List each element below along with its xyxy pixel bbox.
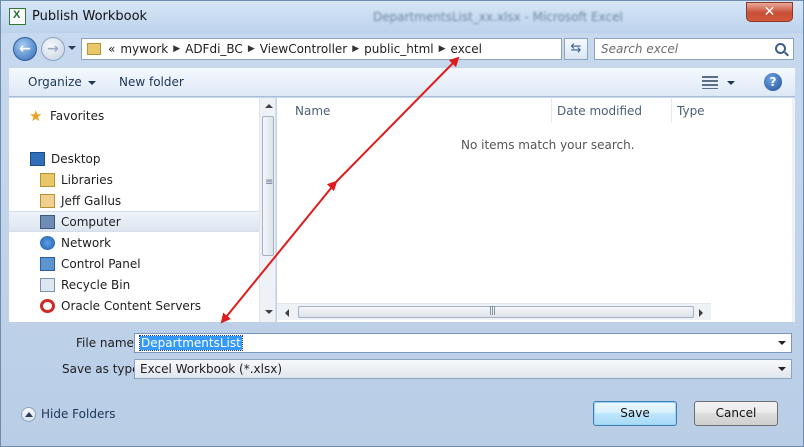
- nav-item-control-panel[interactable]: Control Panel: [9, 254, 259, 275]
- nav-item-libraries[interactable]: Libraries: [9, 170, 259, 191]
- search-input[interactable]: [601, 42, 771, 56]
- breadcrumb-adfdi-bc[interactable]: ADFdi_BC: [185, 42, 243, 56]
- file-name-label: File name:: [76, 336, 138, 350]
- file-name-value: DepartmentsList: [139, 335, 243, 351]
- chevron-right-icon[interactable]: ▶: [439, 44, 446, 54]
- help-icon[interactable]: ?: [764, 73, 782, 91]
- breadcrumb-public-html[interactable]: public_html: [364, 42, 433, 56]
- chevron-up-icon: [21, 407, 36, 422]
- nav-item-label: Desktop: [51, 152, 101, 166]
- nav-item-recycle-bin[interactable]: Recycle Bin: [9, 275, 259, 296]
- scroll-up-icon[interactable]: [265, 104, 273, 108]
- refresh-icon: ⇆: [570, 41, 582, 56]
- navigation-scrollbar[interactable]: [259, 98, 275, 322]
- user-folder-icon: [40, 194, 55, 208]
- empty-list-message: No items match your search.: [461, 138, 635, 152]
- nav-item-label: Recycle Bin: [61, 278, 131, 292]
- oracle-icon: [40, 299, 55, 313]
- close-icon: ✕: [763, 4, 776, 20]
- breadcrumb: « mywork ▶ ADFdi_BC ▶ ViewController ▶ p…: [108, 42, 482, 56]
- chevron-right-icon[interactable]: ▶: [248, 44, 255, 54]
- nav-item-label: Control Panel: [61, 257, 141, 271]
- back-button[interactable]: ←: [13, 37, 37, 61]
- column-header-date-modified[interactable]: Date modified: [552, 98, 672, 123]
- chevron-right-icon[interactable]: ▶: [352, 44, 359, 54]
- desktop-icon: [30, 152, 45, 166]
- search-box: [594, 38, 794, 60]
- file-list-vertical-scrollbar[interactable]: [792, 98, 795, 322]
- organize-label: Organize: [28, 75, 82, 89]
- chevron-right-icon[interactable]: ▶: [173, 44, 180, 54]
- nav-item-label: Favorites: [50, 109, 105, 123]
- save-as-type-value: Excel Workbook (*.xlsx): [140, 362, 283, 376]
- navigation-pane: ★ Favorites Desktop Libraries Jeff Gallu…: [9, 98, 276, 322]
- chevron-down-icon[interactable]: [778, 367, 786, 371]
- star-icon: ★: [29, 107, 43, 125]
- column-header-name[interactable]: Name: [295, 98, 552, 123]
- scrollbar-thumb[interactable]: [262, 116, 274, 256]
- nav-item-desktop[interactable]: Desktop: [9, 149, 259, 170]
- file-list-pane: Name Date modified Type No items match y…: [277, 98, 795, 322]
- cancel-button[interactable]: Cancel: [694, 401, 778, 426]
- new-folder-button[interactable]: New folder: [119, 75, 184, 89]
- recent-locations-dropdown[interactable]: [68, 46, 76, 50]
- scroll-down-icon[interactable]: [265, 310, 273, 314]
- views-dropdown-icon[interactable]: [727, 81, 735, 85]
- hide-folders-label: Hide Folders: [41, 407, 116, 421]
- breadcrumb-excel[interactable]: excel: [451, 42, 482, 56]
- nav-item-favorites[interactable]: ★ Favorites: [9, 106, 259, 127]
- background-window-title: DepartmentsList_xx.xlsx - Microsoft Exce…: [373, 10, 623, 24]
- recycle-bin-icon: [40, 278, 55, 292]
- refresh-button[interactable]: ⇆: [564, 38, 588, 60]
- publish-workbook-dialog: Publish Workbook DepartmentsList_xx.xlsx…: [0, 0, 804, 447]
- forward-arrow-icon: →: [47, 41, 59, 57]
- window-title: Publish Workbook: [32, 9, 148, 24]
- nav-item-oracle-content-servers[interactable]: Oracle Content Servers: [9, 296, 259, 317]
- file-name-field[interactable]: DepartmentsList: [134, 333, 792, 353]
- scroll-right-icon[interactable]: [699, 309, 703, 317]
- address-bar[interactable]: « mywork ▶ ADFdi_BC ▶ ViewController ▶ p…: [81, 38, 636, 60]
- nav-item-label: Libraries: [61, 173, 113, 187]
- save-as-type-label: Save as type:: [62, 362, 144, 376]
- folder-icon: [87, 43, 101, 55]
- nav-item-label: Computer: [61, 215, 121, 229]
- nav-item-label: Network: [61, 236, 112, 250]
- chevron-down-icon[interactable]: [778, 341, 786, 345]
- forward-button[interactable]: →: [41, 37, 65, 61]
- breadcrumb-overflow[interactable]: «: [108, 42, 115, 56]
- breadcrumb-viewcontroller[interactable]: ViewController: [260, 42, 348, 56]
- save-as-type-select[interactable]: Excel Workbook (*.xlsx): [134, 359, 792, 379]
- computer-icon: [40, 215, 55, 229]
- nav-item-computer[interactable]: Computer: [9, 211, 259, 232]
- chevron-down-icon: [87, 80, 96, 85]
- file-list-horizontal-scrollbar[interactable]: [277, 303, 711, 320]
- close-button[interactable]: ✕: [746, 2, 793, 22]
- organize-button[interactable]: Organize: [28, 75, 96, 89]
- hide-folders-button[interactable]: Hide Folders: [21, 407, 116, 422]
- nav-item-jeff-gallus[interactable]: Jeff Gallus: [9, 191, 259, 212]
- network-icon: [40, 236, 55, 250]
- nav-item-label: Jeff Gallus: [61, 194, 122, 208]
- command-toolbar: Organize New folder ?: [9, 67, 795, 97]
- views-icon[interactable]: [702, 76, 718, 89]
- column-header-type[interactable]: Type: [672, 98, 782, 123]
- scrollbar-thumb[interactable]: [298, 306, 694, 318]
- breadcrumb-mywork[interactable]: mywork: [120, 42, 168, 56]
- save-button[interactable]: Save: [593, 401, 677, 426]
- excel-icon: [9, 8, 26, 25]
- scroll-left-icon[interactable]: [285, 309, 289, 317]
- nav-item-label: Oracle Content Servers: [61, 299, 202, 313]
- search-icon[interactable]: [775, 43, 786, 54]
- nav-item-network[interactable]: Network: [9, 233, 259, 254]
- control-panel-icon: [40, 257, 55, 271]
- back-arrow-icon: ←: [19, 41, 31, 57]
- title-bar: Publish Workbook DepartmentsList_xx.xlsx…: [1, 1, 803, 33]
- libraries-icon: [40, 173, 55, 187]
